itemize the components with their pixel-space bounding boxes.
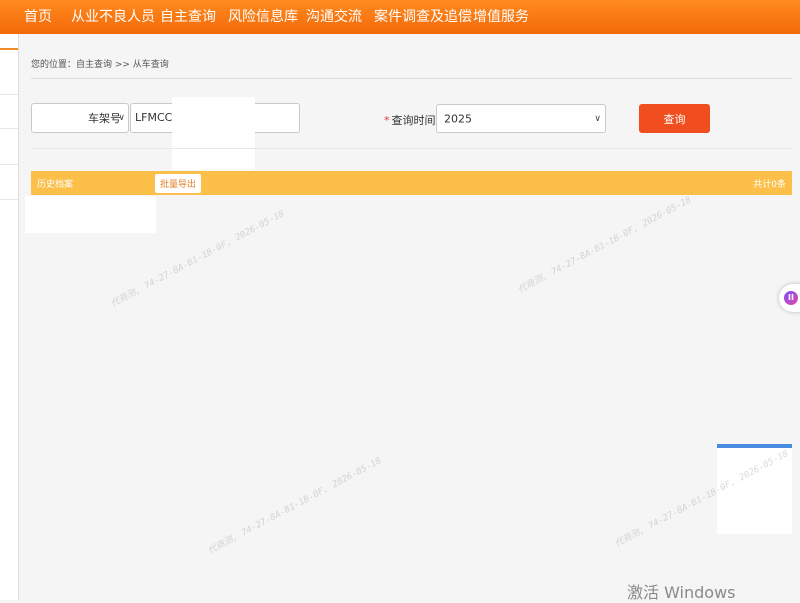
sidebar-divider xyxy=(0,164,18,165)
nav-item-home[interactable]: 首页 xyxy=(24,0,52,34)
field-type-select[interactable]: 车架号 ∨ xyxy=(31,103,129,133)
nav-item-communication[interactable]: 沟通交流 xyxy=(306,0,362,34)
watermark: 代商测, 74-27-8A-B1-1B-0F, 2026-05-18 xyxy=(516,195,694,296)
query-time-value: 2025 xyxy=(444,112,472,125)
sidebar-divider xyxy=(0,94,18,95)
query-time-select[interactable]: 2025 ∨ xyxy=(436,104,606,133)
floating-assistant-button[interactable]: II xyxy=(779,284,800,312)
results-title: 历史档案 xyxy=(37,180,74,190)
breadcrumb: 您的位置：自主查询 >> 从车查询 xyxy=(31,60,169,70)
field-type-value: 车架号 xyxy=(88,112,121,125)
results-header-bar: 历史档案 共计0条 xyxy=(31,171,792,195)
windows-activation-notice: 激活 Windows xyxy=(627,583,736,602)
watermark: 代商测, 74-27-8A-B1-1B-0F, 2026-05-18 xyxy=(206,456,384,557)
sidebar-divider xyxy=(0,199,18,200)
nav-item-self-query[interactable]: 自主查询 xyxy=(160,0,216,34)
query-time-label-text: 查询时间: xyxy=(391,114,440,127)
search-row-divider xyxy=(31,148,792,149)
sidebar-active-indicator xyxy=(0,48,18,50)
query-button[interactable]: 查询 xyxy=(639,104,710,133)
nav-item-case-investigation[interactable]: 案件调查及追偿 xyxy=(374,0,472,34)
batch-export-button[interactable]: 批量导出 xyxy=(155,174,201,193)
query-time-label: * 查询时间: xyxy=(384,112,439,128)
redaction-overlay xyxy=(172,97,255,170)
results-count: 共计0条 xyxy=(753,180,786,190)
nav-item-value-added[interactable]: 增值服务 xyxy=(473,0,529,34)
nav-item-risk-database[interactable]: 风险信息库 xyxy=(228,0,298,34)
sidebar-divider xyxy=(0,128,18,129)
breadcrumb-divider xyxy=(31,78,792,79)
top-nav-bar: 首页 从业不良人员 自主查询 风险信息库 沟通交流 案件调查及追偿 增值服务 xyxy=(0,0,800,34)
redaction-overlay xyxy=(25,196,156,233)
required-mark: * xyxy=(384,114,390,127)
assistant-icon: II xyxy=(784,291,798,305)
chevron-down-icon: ∨ xyxy=(118,113,125,123)
left-sidebar xyxy=(0,34,19,600)
nav-item-bad-practitioners[interactable]: 从业不良人员 xyxy=(71,0,155,34)
chevron-down-icon: ∨ xyxy=(594,113,601,124)
